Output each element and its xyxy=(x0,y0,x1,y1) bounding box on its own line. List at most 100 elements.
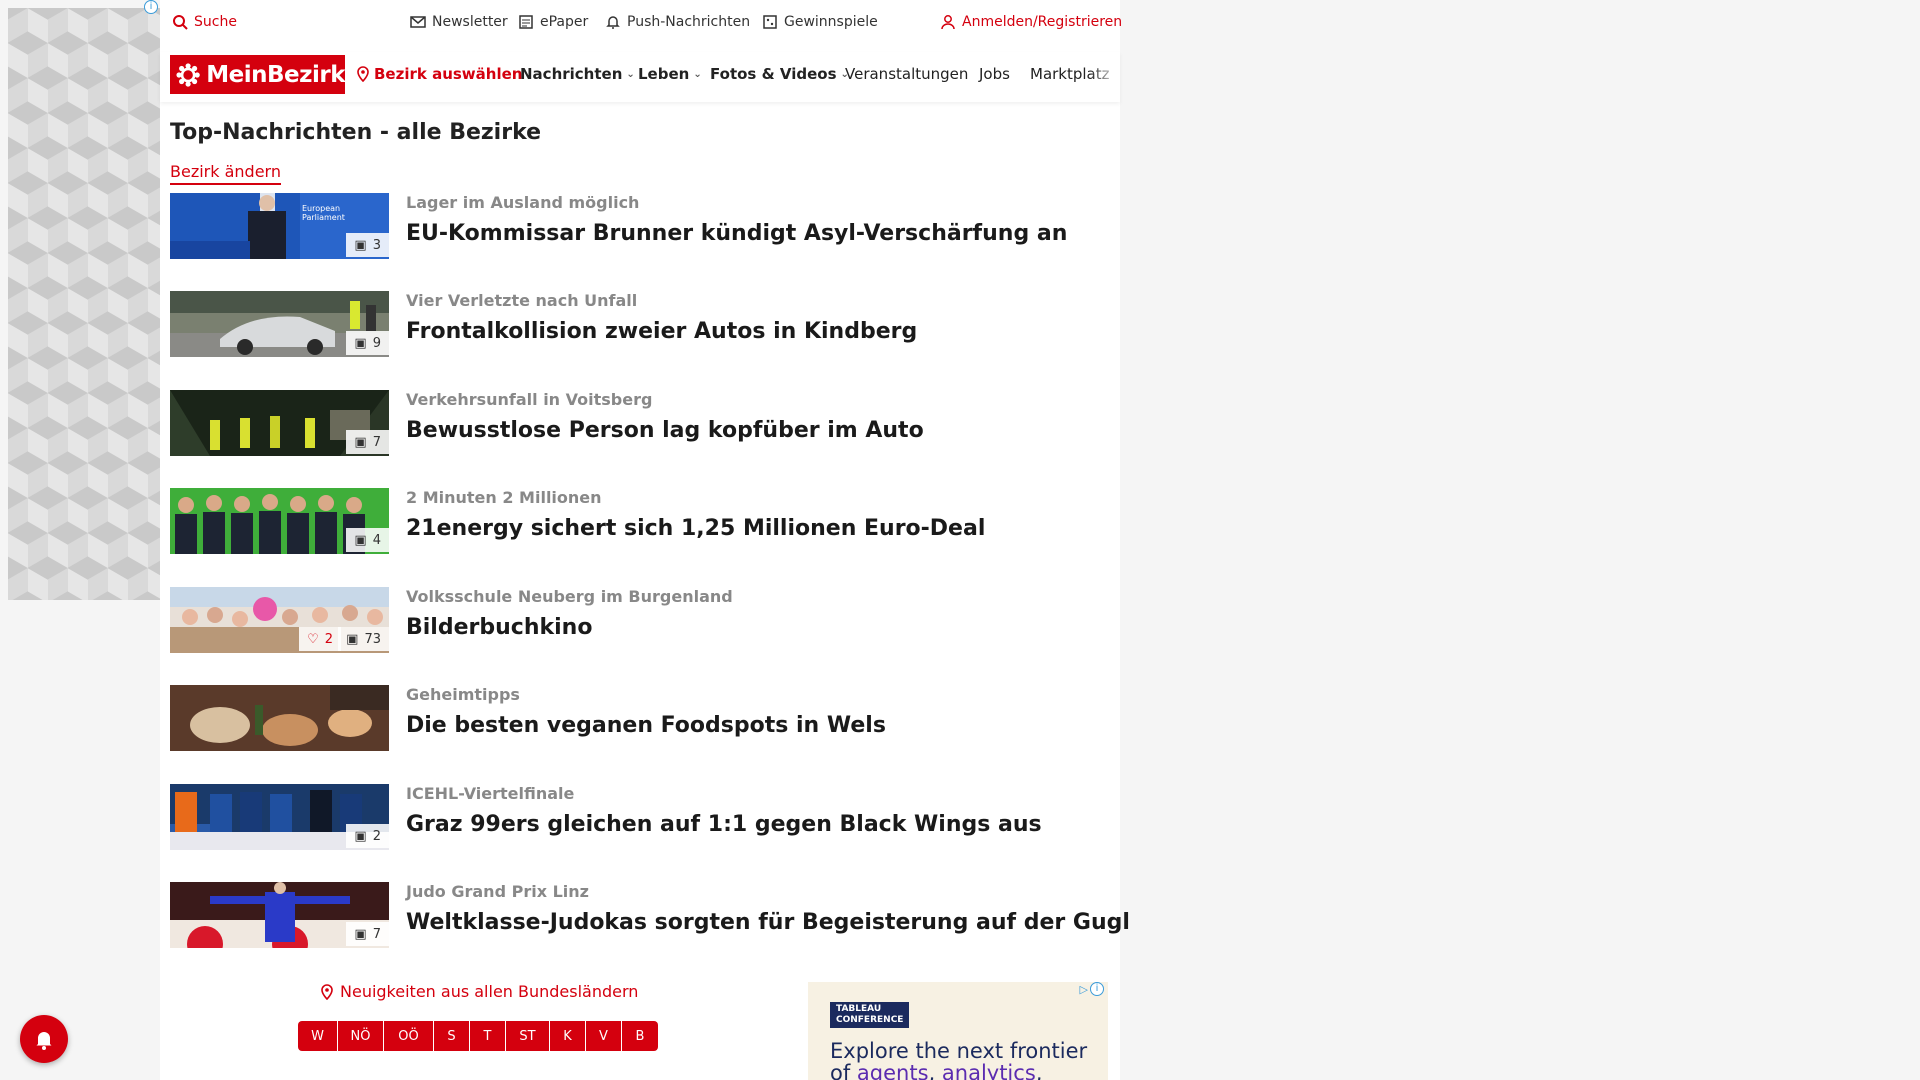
article-item[interactable]: Geheimtipps Die besten veganen Foodspots… xyxy=(170,685,1110,751)
state-button-b[interactable]: B xyxy=(622,1021,658,1051)
push-label: Push-Nachrichten xyxy=(627,14,751,30)
all-states-label: Neuigkeiten aus allen Bundesländern xyxy=(340,982,639,1001)
nav-item-label: Veranstaltungen xyxy=(845,65,969,83)
article-image xyxy=(170,685,389,751)
ad-headline-end: , xyxy=(1035,1061,1043,1080)
ad-info-icon[interactable]: i xyxy=(144,0,158,14)
gallery-icon: ▣ xyxy=(354,237,367,253)
gift-icon xyxy=(763,15,777,29)
article-headline[interactable]: Frontalkollision zweier Autos in Kindber… xyxy=(406,319,917,344)
gallery-icon: ▣ xyxy=(354,828,367,844)
state-button-noe[interactable]: NÖ xyxy=(338,1021,384,1051)
article-item[interactable]: ▣ 2 ICEHL-Viertelfinale Graz 99ers gleich… xyxy=(170,784,1110,850)
photo-count: 2 xyxy=(372,828,381,844)
article-item[interactable]: ▣ 7 Judo Grand Prix Linz Weltklasse-Judok… xyxy=(170,882,1130,948)
article-thumbnail[interactable]: European Parliament ▣ 3 xyxy=(170,193,389,259)
article-headline[interactable]: Bewusstlose Person lag kopfüber im Auto xyxy=(406,418,924,443)
district-select[interactable]: Bezirk auswählen xyxy=(356,65,522,83)
gallery-icon: ▣ xyxy=(354,532,367,548)
svg-text:European: European xyxy=(302,204,340,213)
ad-info-icon: i xyxy=(1090,982,1104,996)
ad-logo-line2: CONFERENCE xyxy=(836,1015,904,1025)
nav-item-label: Fotos & Videos xyxy=(710,65,837,83)
state-button-k[interactable]: K xyxy=(550,1021,586,1051)
article-headline[interactable]: Graz 99ers gleichen auf 1:1 gegen Black … xyxy=(406,812,1042,837)
photo-count: 7 xyxy=(372,926,381,942)
state-button-st[interactable]: ST xyxy=(506,1021,550,1051)
article-item[interactable]: ♡ 2 ▣ 73 Volksschule Neuberg im Burgenland… xyxy=(170,587,1110,653)
location-pin-icon xyxy=(321,983,333,1000)
nav-item-jobs[interactable]: Jobs xyxy=(979,65,1010,83)
nav-item-leben[interactable]: Leben ⌄ xyxy=(638,65,702,83)
state-button-v[interactable]: V xyxy=(586,1021,622,1051)
login-link[interactable]: Anmelden/Registrieren xyxy=(940,14,1122,30)
article-kicker: ICEHL-Viertelfinale xyxy=(406,784,575,803)
nav-item-label: Leben xyxy=(638,65,690,83)
nav-item-label: Jobs xyxy=(979,65,1010,83)
change-district-link[interactable]: Bezirk ändern xyxy=(170,162,281,185)
article-thumbnail[interactable]: ▣ 7 xyxy=(170,882,389,948)
article-kicker: Vier Verletzte nach Unfall xyxy=(406,291,638,310)
search-label: Suche xyxy=(194,14,237,30)
logo[interactable]: MeinBezirk xyxy=(170,55,345,94)
article-kicker: Lager im Ausland möglich xyxy=(406,193,640,212)
epaper-link[interactable]: ePaper xyxy=(518,14,588,30)
photo-count: 9 xyxy=(372,335,381,351)
article-item[interactable]: ▣ 9 Vier Verletzte nach Unfall Frontalkol… xyxy=(170,291,1110,357)
article-thumbnail[interactable]: ▣ 7 xyxy=(170,390,389,456)
newsletter-link[interactable]: Newsletter xyxy=(410,14,508,30)
photo-count-badge: ▣ 4 xyxy=(346,528,389,552)
article-headline[interactable]: Die besten veganen Foodspots in Wels xyxy=(406,713,886,738)
ad-headline-of: of xyxy=(830,1061,857,1080)
gallery-icon: ▣ xyxy=(346,631,359,647)
state-button-t[interactable]: T xyxy=(470,1021,506,1051)
article-kicker: Judo Grand Prix Linz xyxy=(406,882,589,901)
article-headline[interactable]: 21energy sichert sich 1,25 Millionen Eur… xyxy=(406,516,985,541)
article-thumbnail[interactable]: ▣ 4 xyxy=(170,488,389,554)
side-ad-banner[interactable] xyxy=(8,8,160,600)
photo-count-badge: ▣ 73 xyxy=(338,627,389,651)
article-thumbnail[interactable]: ▣ 9 xyxy=(170,291,389,357)
main-nav: MeinBezirk Bezirk auswählen Nachrichten ⌄… xyxy=(160,52,1120,102)
state-button-s[interactable]: S xyxy=(434,1021,470,1051)
article-thumbnail[interactable]: ▣ 2 xyxy=(170,784,389,850)
search-link[interactable]: Suche xyxy=(172,14,237,30)
push-notification-button[interactable] xyxy=(20,1015,68,1063)
push-link[interactable]: Push-Nachrichten xyxy=(605,14,750,30)
all-states-link[interactable]: Neuigkeiten aus allen Bundesländern xyxy=(320,982,638,1001)
state-button-ooe[interactable]: OÖ xyxy=(384,1021,434,1051)
mail-icon xyxy=(410,16,426,28)
newsletter-label: Newsletter xyxy=(432,14,508,30)
nav-item-label: Nachrichten xyxy=(520,65,623,83)
article-headline[interactable]: Weltklasse-Judokas sorgten für Begeister… xyxy=(406,910,1130,935)
article-thumbnail[interactable] xyxy=(170,685,389,751)
article-item[interactable]: ▣ 4 2 Minuten 2 Millionen 21energy sicher… xyxy=(170,488,1110,554)
contests-link[interactable]: Gewinnspiele xyxy=(762,14,878,30)
state-button-w[interactable]: W xyxy=(298,1021,338,1051)
ad-choices[interactable]: ▷ i xyxy=(1080,982,1104,996)
gallery-icon: ▣ xyxy=(354,926,367,942)
search-icon xyxy=(173,15,188,30)
article-headline[interactable]: Bilderbuchkino xyxy=(406,615,592,640)
article-kicker: Geheimtipps xyxy=(406,685,520,704)
nav-item-nachrichten[interactable]: Nachrichten ⌄ xyxy=(520,65,635,83)
photo-count-badge: ▣ 7 xyxy=(346,430,389,454)
nav-item-veranstaltungen[interactable]: Veranstaltungen xyxy=(845,65,968,83)
ad-logo: TABLEAU CONFERENCE xyxy=(830,1002,910,1028)
article-item[interactable]: European Parliament ▣ 3 Lager im Ausland … xyxy=(170,193,1110,259)
logo-flower-icon xyxy=(176,62,200,87)
article-item[interactable]: ▣ 7 Verkehrsunfall in Voitsberg Bewusstlo… xyxy=(170,390,1110,456)
article-thumbnail[interactable]: ♡ 2 ▣ 73 xyxy=(170,587,389,653)
state-button-bar: W NÖ OÖ S T ST K V B xyxy=(298,1021,658,1051)
ad-banner[interactable]: ▷ i TABLEAU CONFERENCE Explore the next … xyxy=(808,982,1108,1080)
heart-icon: ♡ xyxy=(307,631,319,647)
photo-count-badge: ▣ 9 xyxy=(346,331,389,355)
nav-item-fotos-videos[interactable]: Fotos & Videos ⌄ xyxy=(710,65,849,83)
utility-bar: Suche Newsletter ePaper Push-Nachrichten… xyxy=(160,0,1122,48)
ad-headline: Explore the next frontier of agents, ana… xyxy=(830,1040,1090,1080)
chevron-down-icon: ⌄ xyxy=(693,68,702,80)
article-kicker: Verkehrsunfall in Voitsberg xyxy=(406,390,653,409)
bell-icon xyxy=(36,1032,52,1050)
article-kicker: Volksschule Neuberg im Burgenland xyxy=(406,587,733,606)
article-headline[interactable]: EU-Kommissar Brunner kündigt Asyl-Versch… xyxy=(406,221,1067,246)
